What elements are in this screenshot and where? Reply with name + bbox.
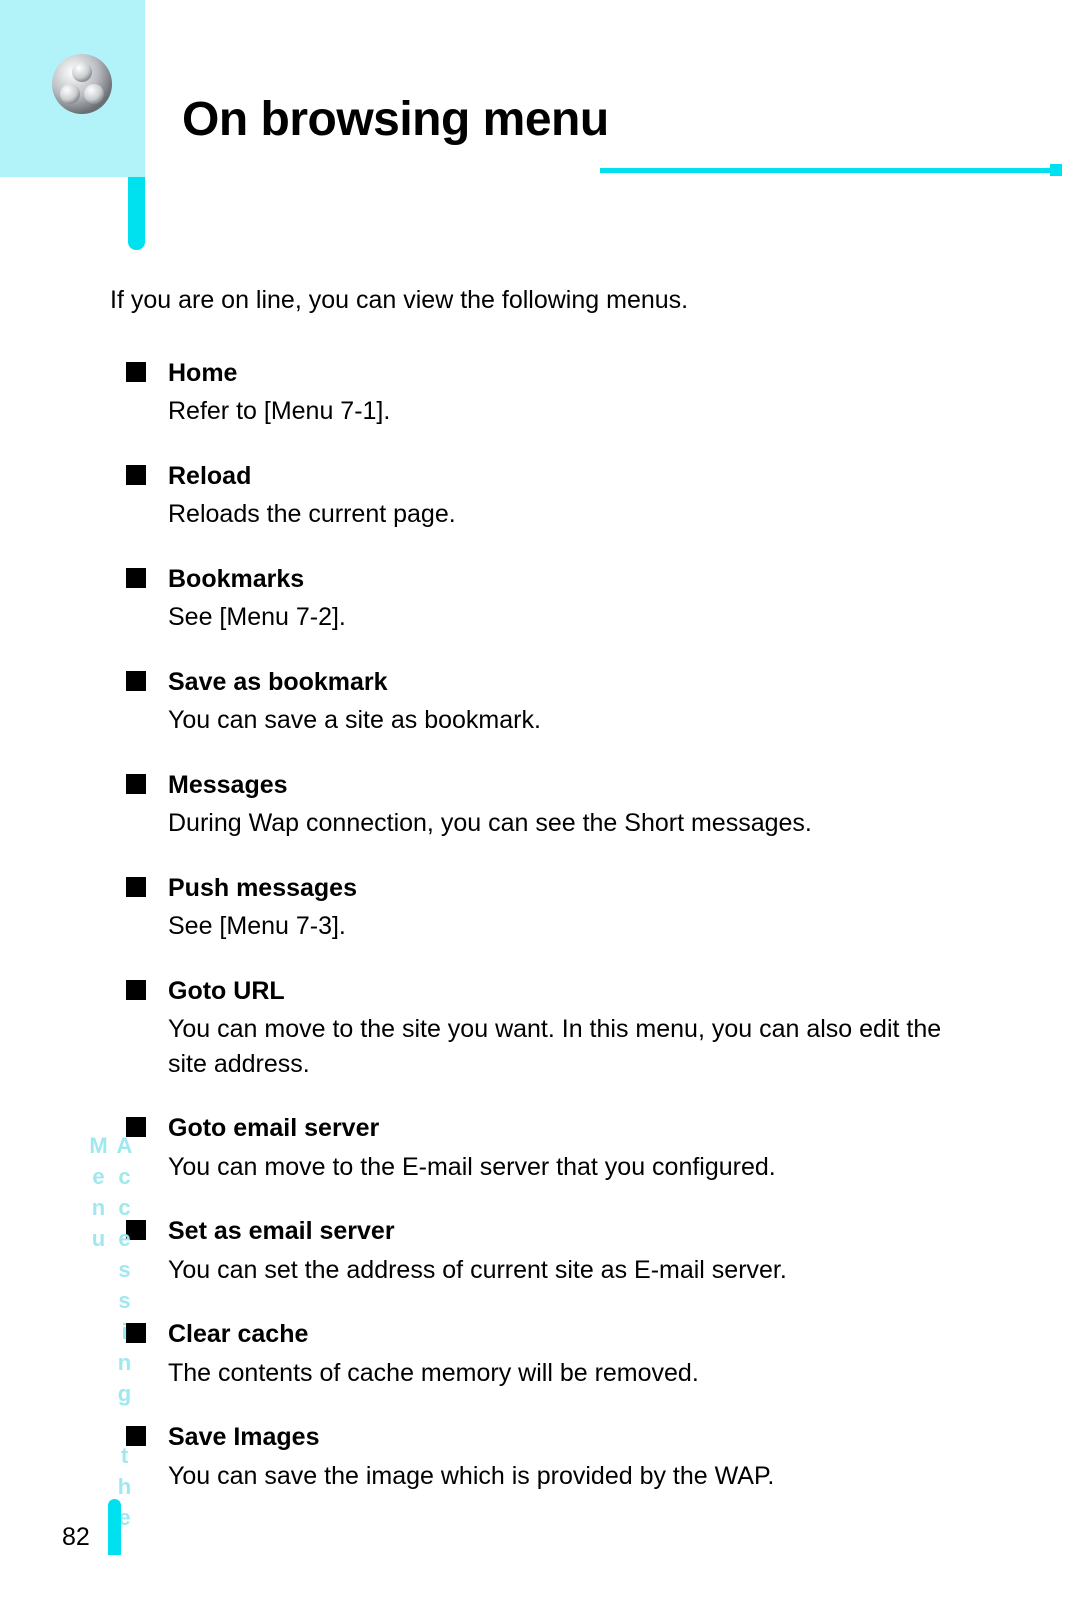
item-body: You can set the address of current site … bbox=[168, 1253, 970, 1288]
item-body: The contents of cache memory will be rem… bbox=[168, 1356, 970, 1391]
item-heading: Set as email server bbox=[168, 1214, 970, 1249]
list-item: Save Images You can save the image which… bbox=[110, 1420, 970, 1493]
intro-text: If you are on line, you can view the fol… bbox=[110, 283, 970, 318]
item-body: Reloads the current page. bbox=[168, 497, 970, 532]
list-item: Home Refer to [Menu 7-1]. bbox=[110, 356, 970, 429]
item-heading: Bookmarks bbox=[168, 562, 970, 597]
page-number-accent bbox=[108, 1499, 121, 1555]
item-body: You can move to the E-mail server that y… bbox=[168, 1150, 970, 1185]
item-body: During Wap connection, you can see the S… bbox=[168, 806, 970, 841]
item-heading: Home bbox=[168, 356, 970, 391]
page-number: 82 bbox=[62, 1523, 90, 1552]
list-item: Goto email server You can move to the E-… bbox=[110, 1111, 970, 1184]
list-item: Bookmarks See [Menu 7-2]. bbox=[110, 562, 970, 635]
content-area: If you are on line, you can view the fol… bbox=[110, 283, 970, 1523]
item-heading: Reload bbox=[168, 459, 970, 494]
sphere-icon bbox=[48, 50, 116, 118]
item-heading: Goto URL bbox=[168, 974, 970, 1009]
item-body: You can save the image which is provided… bbox=[168, 1459, 970, 1494]
list-item: Push messages See [Menu 7-3]. bbox=[110, 871, 970, 944]
item-body: See [Menu 7-2]. bbox=[168, 600, 970, 635]
item-body: See [Menu 7-3]. bbox=[168, 909, 970, 944]
list-item: Messages During Wap connection, you can … bbox=[110, 768, 970, 841]
list-item: Clear cache The contents of cache memory… bbox=[110, 1317, 970, 1390]
item-body: You can move to the site you want. In th… bbox=[168, 1012, 970, 1081]
item-body: Refer to [Menu 7-1]. bbox=[168, 394, 970, 429]
item-heading: Clear cache bbox=[168, 1317, 970, 1352]
item-body: You can save a site as bookmark. bbox=[168, 703, 970, 738]
list-item: Goto URL You can move to the site you wa… bbox=[110, 974, 970, 1082]
item-heading: Push messages bbox=[168, 871, 970, 906]
header-accent-block bbox=[0, 0, 145, 177]
page-title: On browsing menu bbox=[182, 92, 609, 147]
item-heading: Save Images bbox=[168, 1420, 970, 1455]
horizontal-rule-cap bbox=[1050, 164, 1062, 176]
item-heading: Save as bookmark bbox=[168, 665, 970, 700]
item-heading: Messages bbox=[168, 768, 970, 803]
title-accent-bar bbox=[128, 177, 145, 250]
list-item: Set as email server You can set the addr… bbox=[110, 1214, 970, 1287]
list-item: Save as bookmark You can save a site as … bbox=[110, 665, 970, 738]
horizontal-rule bbox=[600, 168, 1050, 173]
list-item: Reload Reloads the current page. bbox=[110, 459, 970, 532]
item-heading: Goto email server bbox=[168, 1111, 970, 1146]
